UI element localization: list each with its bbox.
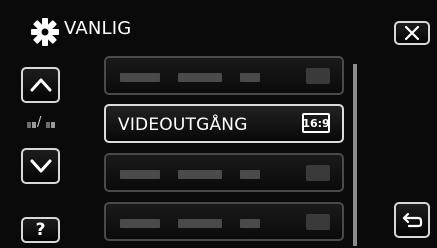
scroll-up-button[interactable] <box>21 67 60 103</box>
aspect-ratio-badge: 16:9 <box>302 113 330 133</box>
scrollbar[interactable] <box>353 64 357 246</box>
menu-item-1[interactable] <box>104 56 344 95</box>
chevron-up-icon <box>30 78 51 92</box>
placeholder-label <box>120 170 260 179</box>
page-indicator-separator: / <box>37 115 42 130</box>
placeholder-label <box>120 219 260 228</box>
return-arrow-icon <box>402 212 423 228</box>
help-label: ? <box>35 220 46 240</box>
help-button[interactable]: ? <box>21 217 60 243</box>
chevron-down-icon <box>30 159 51 173</box>
scroll-down-button[interactable] <box>21 148 60 184</box>
close-icon <box>404 25 420 41</box>
page-title: VANLIG <box>64 18 132 39</box>
menu-item-label: VIDEOUTGÅNG <box>118 115 248 135</box>
menu-item-videoutgang[interactable]: VIDEOUTGÅNG 16:9 <box>104 104 344 143</box>
page-indicator: / <box>25 115 57 131</box>
menu-item-4[interactable] <box>104 202 344 241</box>
header-bar: VANLIG <box>0 0 437 48</box>
gear-icon <box>31 18 59 46</box>
placeholder-label <box>120 73 260 82</box>
placeholder-icon <box>306 68 330 84</box>
close-button[interactable] <box>394 21 430 45</box>
placeholder-icon <box>306 165 330 181</box>
back-button[interactable] <box>394 202 430 238</box>
placeholder-icon <box>306 214 330 230</box>
menu-item-3[interactable] <box>104 153 344 192</box>
